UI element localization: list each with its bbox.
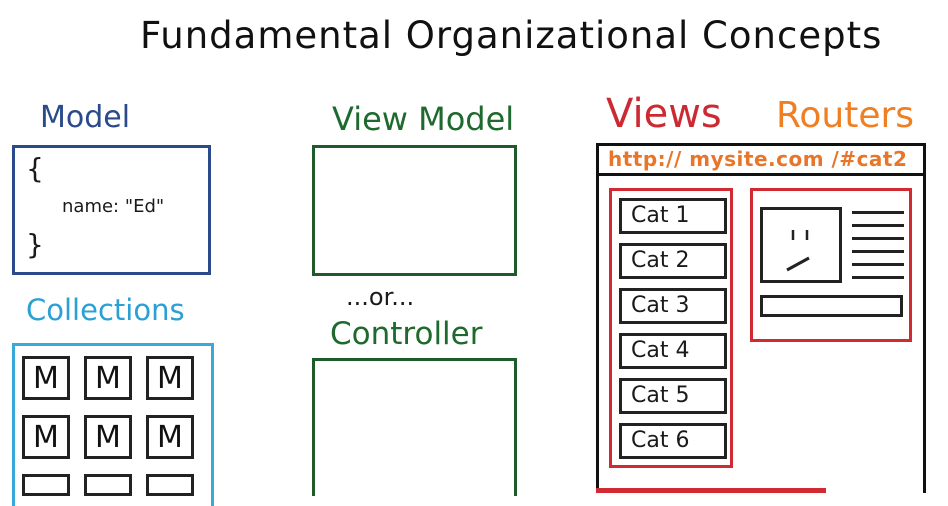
- cat-face-icon: [786, 230, 810, 272]
- controller-box: [312, 358, 517, 496]
- detail-bar: [760, 295, 903, 317]
- cat-list-item: Cat 6: [619, 423, 727, 459]
- cat-list-item: Cat 5: [619, 378, 727, 414]
- cat-list-item: Cat 2: [619, 243, 727, 279]
- collections-label: Collections: [26, 293, 185, 327]
- model-tile: M: [84, 356, 132, 400]
- controller-label: Controller: [330, 316, 483, 352]
- model-tile: M: [22, 356, 70, 400]
- viewmodel-box: [312, 145, 517, 276]
- text-line: [852, 263, 904, 266]
- url-text: http:// mysite.com /#cat2: [608, 147, 908, 171]
- text-line: [852, 250, 904, 253]
- routers-label: Routers: [776, 95, 915, 136]
- cat-image: [760, 207, 842, 283]
- model-brace-close: }: [26, 228, 44, 261]
- model-tile: M: [146, 415, 194, 459]
- progress-bar: [596, 488, 826, 493]
- text-line: [852, 237, 904, 240]
- model-tile: M: [22, 415, 70, 459]
- model-brace-open: {: [26, 152, 44, 185]
- diagram-title: Fundamental Organizational Concepts: [140, 14, 883, 57]
- cat-list-item: Cat 3: [619, 288, 727, 324]
- cat-list-item: Cat 1: [619, 198, 727, 234]
- text-line: [852, 276, 904, 279]
- model-attribute: name: "Ed": [62, 196, 165, 217]
- viewmodel-label: View Model: [332, 100, 515, 138]
- text-line: [852, 211, 904, 214]
- model-tile: M: [84, 415, 132, 459]
- or-text: ...or...: [346, 283, 415, 311]
- model-label: Model: [40, 100, 131, 135]
- model-tile: M: [146, 356, 194, 400]
- text-line: [852, 224, 904, 227]
- views-label: Views: [606, 91, 722, 137]
- cat-list-item: Cat 4: [619, 333, 727, 369]
